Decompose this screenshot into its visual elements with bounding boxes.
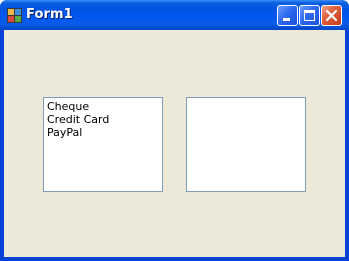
window-title: Form1 [26, 7, 73, 22]
form-client-area: Cheque Credit Card PayPal [4, 30, 345, 257]
list-item[interactable]: Cheque [47, 100, 162, 113]
payment-methods-listbox[interactable]: Cheque Credit Card PayPal [43, 97, 163, 192]
title-bar[interactable]: Form1 [0, 0, 349, 30]
app-icon[interactable] [7, 8, 22, 23]
maximize-button[interactable] [299, 5, 320, 26]
payment-methods-list: Cheque Credit Card PayPal [44, 98, 162, 139]
list-item[interactable]: PayPal [47, 126, 162, 139]
form1-window: Form1 Cheque Credit Card PayPal [0, 0, 349, 261]
close-button[interactable] [321, 5, 342, 26]
minimize-button[interactable] [277, 5, 298, 26]
minimize-icon [283, 18, 290, 21]
close-icon [325, 9, 338, 22]
empty-listbox[interactable] [186, 97, 306, 192]
maximize-icon [304, 10, 315, 21]
empty-list [187, 98, 305, 100]
list-item[interactable]: Credit Card [47, 113, 162, 126]
